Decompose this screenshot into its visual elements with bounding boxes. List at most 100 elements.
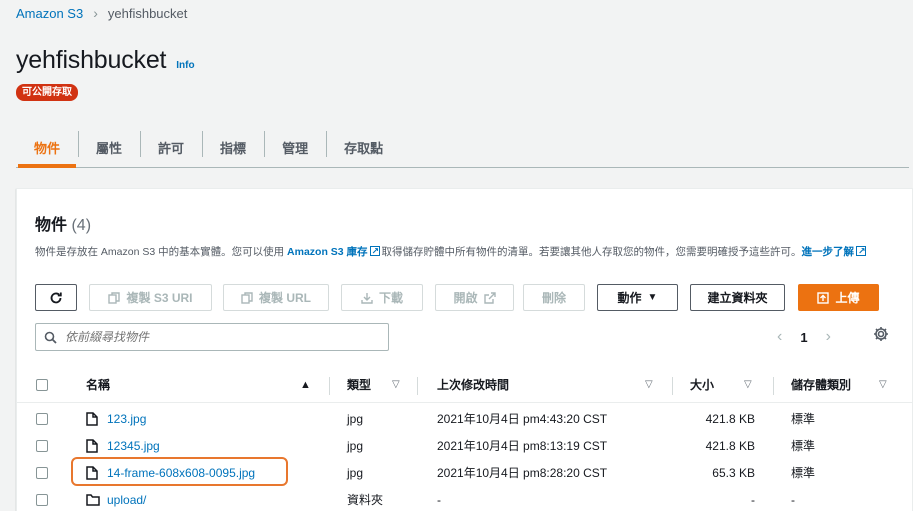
refresh-icon	[50, 292, 62, 303]
search-box	[35, 323, 389, 351]
col-name[interactable]: 名稱	[86, 376, 110, 393]
chevron-right-icon[interactable]: ›	[826, 328, 831, 346]
external-link-icon	[369, 242, 380, 260]
open-label: 開啟	[453, 291, 478, 305]
tab-management[interactable]: 管理	[264, 127, 326, 167]
object-size: 421.8 KB	[705, 411, 755, 426]
copy-icon	[241, 291, 253, 304]
create-folder-button[interactable]: 建立資料夾	[690, 284, 785, 311]
external-link-icon	[483, 291, 496, 304]
external-link-icon	[856, 242, 867, 260]
tab-objects[interactable]: 物件	[16, 127, 78, 168]
table-row: upload/ 資料夾 - - -	[17, 486, 912, 511]
pagination: ‹ 1 ›	[777, 323, 831, 351]
search-input[interactable]	[65, 330, 365, 344]
page-number[interactable]: 1	[800, 330, 807, 345]
panel-title: 物件 (4)	[35, 211, 912, 235]
object-type: jpg	[347, 465, 364, 480]
tab-metrics[interactable]: 指標	[202, 127, 264, 167]
open-button[interactable]: 開啟	[435, 284, 514, 311]
gear-icon[interactable]	[873, 326, 889, 342]
breadcrumb: Amazon S3 › yehfishbucket	[16, 5, 187, 21]
table-header: 名稱 ▲ 類型 ▽ 上次修改時間 ▽ 大小 ▽ 儲存體類別 ▽	[17, 367, 912, 403]
objects-panel: 物件 (4) 物件是存放在 Amazon S3 中的基本實體。您可以使用 Ama…	[16, 188, 913, 511]
row-checkbox[interactable]	[36, 439, 48, 452]
panel-title-text: 物件	[35, 217, 68, 234]
page-header: yehfishbucket Info	[16, 46, 195, 75]
sort-icon[interactable]: ▽	[879, 379, 887, 390]
row-checkbox[interactable]	[36, 466, 48, 479]
actions-dropdown[interactable]: 動作 ▼	[597, 284, 678, 311]
object-storage-class: 標準	[791, 439, 816, 453]
s3-inventory-link[interactable]: Amazon S3 庫存	[287, 246, 368, 258]
column-divider	[773, 377, 774, 395]
public-access-badge: 可公開存取	[16, 84, 78, 101]
breadcrumb-amazon-s3-link[interactable]: Amazon S3	[16, 6, 83, 21]
copy-s3-uri-label: 複製 S3 URI	[126, 291, 193, 305]
object-count: (4)	[71, 217, 92, 234]
sort-icon[interactable]: ▽	[392, 379, 400, 390]
copy-url-button[interactable]: 複製 URL	[223, 284, 329, 311]
object-storage-class: 標準	[791, 412, 816, 426]
column-divider	[417, 377, 418, 395]
sort-icon[interactable]: ▽	[744, 379, 752, 390]
folder-name-link[interactable]: upload/	[107, 486, 146, 511]
copy-url-label: 複製 URL	[259, 291, 311, 305]
upload-button[interactable]: 上傳	[798, 284, 879, 311]
panel-description: 物件是存放在 Amazon S3 中的基本實體。您可以使用 Amazon S3 …	[35, 242, 885, 261]
col-type[interactable]: 類型	[347, 376, 371, 393]
col-storage-class[interactable]: 儲存體類別	[791, 376, 851, 393]
object-type: jpg	[347, 411, 364, 426]
sort-ascending-icon[interactable]: ▲	[300, 379, 311, 391]
chevron-right-icon: ›	[93, 5, 98, 21]
upload-label: 上傳	[835, 291, 860, 305]
tab-properties[interactable]: 屬性	[78, 127, 140, 167]
download-icon	[361, 292, 373, 304]
download-button[interactable]: 下載	[341, 284, 423, 311]
select-all-checkbox[interactable]	[36, 378, 48, 391]
table-row: 123.jpg jpg 2021年10月4日 pm4:43:20 CST 421…	[17, 405, 912, 432]
column-divider	[672, 377, 673, 395]
file-icon	[86, 405, 98, 432]
copy-icon	[108, 291, 121, 304]
page-title: yehfishbucket	[16, 46, 167, 74]
object-modified: 2021年10月4日 pm8:13:19 CST	[437, 439, 608, 453]
table-row: 12345.jpg jpg 2021年10月4日 pm8:13:19 CST 4…	[17, 432, 912, 459]
download-label: 下載	[378, 291, 403, 305]
highlight-annotation	[71, 457, 288, 486]
col-size[interactable]: 大小	[690, 376, 714, 393]
delete-button[interactable]: 刪除	[523, 284, 585, 311]
chevron-left-icon[interactable]: ‹	[777, 328, 782, 346]
sort-icon[interactable]: ▽	[645, 379, 653, 390]
object-name-link[interactable]: 12345.jpg	[107, 432, 160, 459]
object-size: -	[751, 492, 755, 507]
object-modified: 2021年10月4日 pm8:28:20 CST	[437, 466, 608, 480]
learn-more-link[interactable]: 進一步了解	[802, 246, 855, 258]
delete-label: 刪除	[541, 291, 566, 305]
object-size: 65.3 KB	[712, 465, 755, 480]
upload-icon	[817, 291, 830, 304]
object-storage-class: 標準	[791, 466, 816, 480]
object-name-link[interactable]: 123.jpg	[107, 405, 146, 432]
breadcrumb-current: yehfishbucket	[107, 5, 188, 21]
copy-s3-uri-button[interactable]: 複製 S3 URI	[89, 284, 212, 311]
row-checkbox[interactable]	[36, 412, 48, 425]
desc-text-2: 取得儲存貯體中所有物件的清單。若要讓其他人存取您的物件，您需要明確授予這些許可。	[381, 246, 802, 258]
column-divider	[329, 377, 330, 395]
refresh-button[interactable]	[35, 284, 77, 311]
col-last-modified[interactable]: 上次修改時間	[437, 376, 509, 393]
file-icon	[86, 432, 98, 459]
object-modified: -	[437, 492, 441, 507]
tab-access-points[interactable]: 存取點	[326, 127, 401, 167]
object-modified: 2021年10月4日 pm4:43:20 CST	[437, 412, 608, 426]
object-storage-class: -	[791, 492, 795, 507]
object-size: 421.8 KB	[705, 438, 755, 453]
checkbox[interactable]	[36, 378, 48, 391]
create-folder-label: 建立資料夾	[707, 291, 768, 305]
actions-label: 動作	[617, 291, 642, 305]
info-link[interactable]: Info	[176, 60, 194, 71]
row-checkbox[interactable]	[36, 493, 48, 506]
tab-permissions[interactable]: 許可	[140, 127, 202, 167]
object-type: jpg	[347, 438, 364, 453]
tab-bar: 物件 屬性 許可 指標 管理 存取點	[16, 127, 909, 168]
